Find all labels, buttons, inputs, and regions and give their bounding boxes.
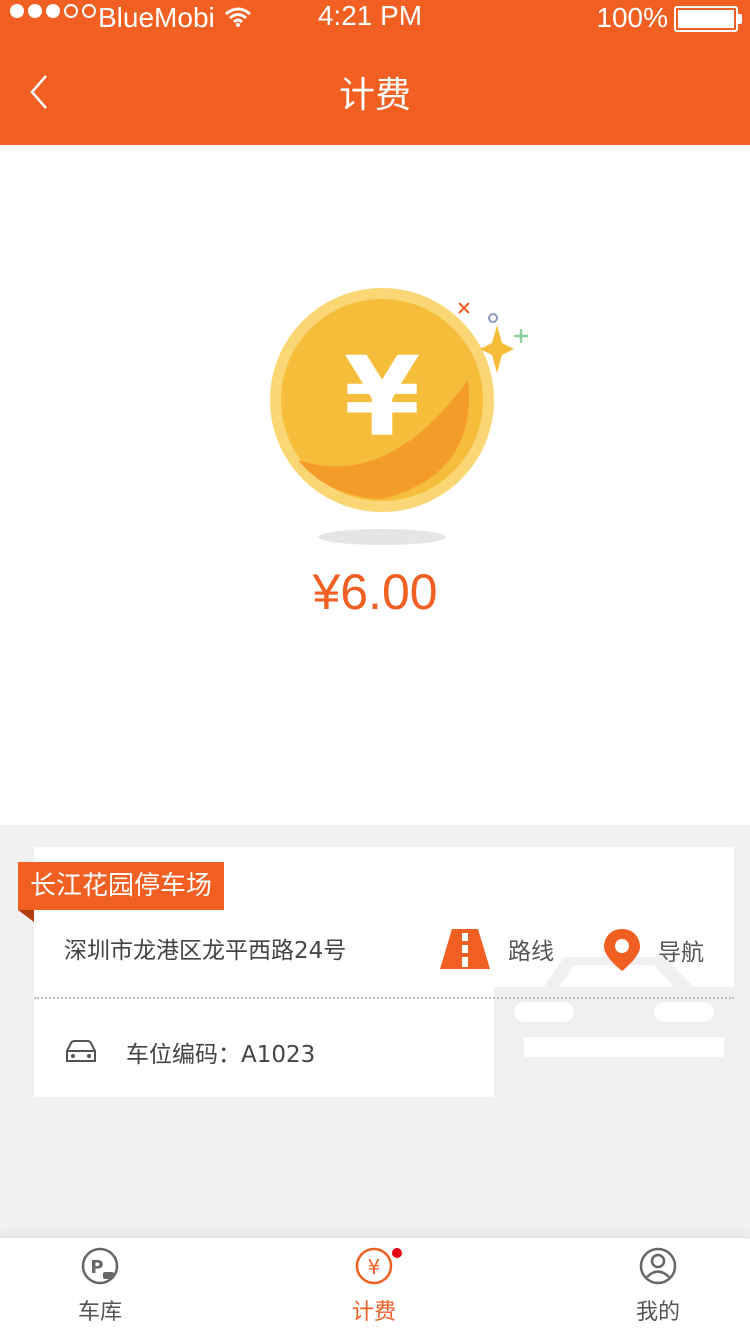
tab-bar: P 车库 ¥ 计费 我的 <box>0 1237 750 1334</box>
slot-code: 车位编码：A1023 <box>126 1042 316 1068</box>
location-pin-icon <box>604 929 640 971</box>
fee-amount: ¥6.00 <box>312 564 438 620</box>
tab-label: 车库 <box>77 1300 122 1325</box>
notification-badge <box>392 1248 402 1258</box>
parking-lot-name: 长江花园停车场 <box>18 862 225 910</box>
tab-label: 计费 <box>351 1300 396 1325</box>
page-title: 计费 <box>338 75 411 116</box>
tab-profile[interactable]: 我的 <box>598 1246 718 1326</box>
navigate-button[interactable]: 导航 <box>604 929 704 971</box>
tag-fold <box>18 910 34 922</box>
garage-icon: P <box>81 1247 119 1285</box>
road-icon <box>440 929 490 969</box>
navigate-label: 导航 <box>658 940 704 966</box>
svg-text:P: P <box>90 1257 103 1278</box>
route-label: 路线 <box>508 939 554 965</box>
svg-text:¥: ¥ <box>368 1255 381 1279</box>
billing-hero: ¥ ¥6.00 <box>0 145 750 825</box>
tab-billing[interactable]: ¥ 计费 <box>314 1246 434 1326</box>
coin-yen-symbol: ¥ <box>344 333 421 461</box>
tab-garage[interactable]: P 车库 <box>40 1246 160 1326</box>
route-button[interactable]: 路线 <box>440 929 554 969</box>
slot-row: 车位编码：A1023 <box>64 1035 315 1069</box>
card-divider <box>34 997 734 999</box>
coin-icon: ¥ <box>270 288 528 545</box>
parking-address: 深圳市龙港区龙平西路24号 <box>64 938 347 964</box>
tab-label: 我的 <box>635 1300 680 1325</box>
yen-icon: ¥ <box>355 1247 393 1285</box>
car-icon <box>66 1040 96 1062</box>
battery-percent: 100% <box>596 2 668 33</box>
user-icon <box>639 1247 677 1285</box>
battery-icon <box>674 6 742 32</box>
status-bar: BlueMobi 4:21 PM 100% <box>0 0 750 36</box>
header-bar: BlueMobi 4:21 PM 100% 计费 <box>0 0 750 145</box>
